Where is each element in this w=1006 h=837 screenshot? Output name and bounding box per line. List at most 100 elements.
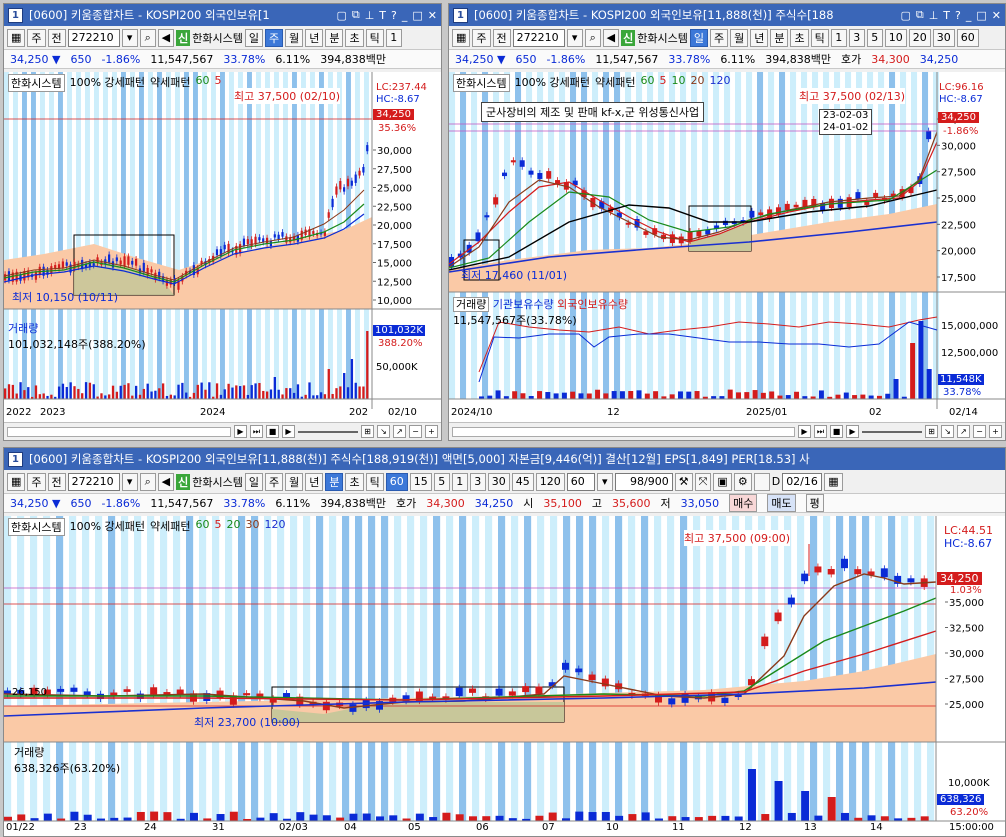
legend-name[interactable]: 한화시스템 [8, 518, 65, 536]
eval-button[interactable]: 평 [805, 494, 824, 512]
tab-day[interactable]: 일 [244, 472, 263, 491]
add-icon[interactable]: + [989, 425, 1002, 438]
dropdown-icon[interactable]: ▾ [566, 28, 583, 47]
tab-1[interactable]: 1 [385, 28, 402, 47]
tab-month[interactable]: 월 [285, 28, 304, 47]
grid-icon[interactable]: ▦ [452, 28, 471, 47]
end-icon[interactable]: ⏭ [814, 425, 827, 438]
next-icon[interactable]: ▶ [846, 425, 859, 438]
tab-second[interactable]: 초 [345, 472, 364, 491]
tab-min-120[interactable]: 120 [535, 472, 565, 491]
draw-icon[interactable]: ↘ [377, 425, 390, 438]
tab-second[interactable]: 초 [790, 28, 809, 47]
restore-icon[interactable]: ⧉ [916, 8, 924, 22]
stop-icon[interactable]: ■ [830, 425, 843, 438]
period-select[interactable]: 주 [27, 28, 46, 47]
play-icon[interactable]: ▶ [798, 425, 811, 438]
count-input[interactable]: 98/900 [614, 472, 673, 491]
tab-min-1[interactable]: 1 [451, 472, 468, 491]
tab-day[interactable]: 일 [689, 28, 708, 47]
tab-week[interactable]: 주 [264, 472, 284, 491]
sound-icon[interactable]: ◀ [157, 472, 175, 491]
tab-10[interactable]: 10 [884, 28, 907, 47]
minimize-icon[interactable]: _ [966, 9, 972, 22]
minimize-icon[interactable]: _ [402, 9, 408, 22]
tab-year[interactable]: 년 [750, 28, 769, 47]
code-input[interactable]: 272210 [67, 472, 120, 491]
restore-icon[interactable]: ⧉ [352, 8, 360, 22]
help-icon[interactable]: ? [391, 9, 397, 22]
settings-icon[interactable]: ⚙ [733, 472, 752, 491]
tab-week[interactable]: 주 [709, 28, 729, 47]
tab-5[interactable]: 5 [866, 28, 883, 47]
tab-min-3[interactable]: 3 [469, 472, 486, 491]
chart-area[interactable]: 35,00030,00027,50025,00022,50020,00017,5… [449, 72, 1005, 422]
zoom-slider[interactable] [862, 430, 922, 433]
tab-min-15[interactable]: 15 [409, 472, 432, 491]
tab-30[interactable]: 30 [932, 28, 955, 47]
calendar-icon[interactable]: ▦ [824, 472, 843, 491]
window-titlebar[interactable]: 1 [0600] 키움종합차트 - KOSPI200 외국인보유[11,888(… [4, 448, 1005, 470]
tab-month[interactable]: 월 [285, 472, 304, 491]
prev-button[interactable]: 전 [47, 472, 66, 491]
tab-1[interactable]: 1 [830, 28, 847, 47]
tools-icon[interactable]: ⚒ [674, 472, 693, 491]
end-icon[interactable]: ⏭ [250, 425, 263, 438]
line-icon[interactable]: ↗ [393, 425, 406, 438]
date-input[interactable]: 02/16 [782, 472, 823, 491]
legend-name[interactable]: 한화시스템 [453, 74, 510, 92]
tab-20[interactable]: 20 [908, 28, 931, 47]
search-icon[interactable]: ⌕ [584, 28, 601, 47]
tab-min-45[interactable]: 45 [511, 472, 534, 491]
maximize-icon[interactable]: □ [976, 9, 986, 22]
tab-60[interactable]: 60 [956, 28, 979, 47]
stop-icon[interactable]: ■ [266, 425, 279, 438]
scrollbar[interactable] [7, 426, 231, 437]
play-icon[interactable]: ▶ [234, 425, 247, 438]
search-icon[interactable]: ⌕ [139, 472, 156, 491]
code-input[interactable]: 272210 [67, 28, 120, 47]
scrollbar[interactable] [452, 426, 795, 437]
dropdown-icon[interactable]: ▾ [121, 472, 138, 491]
chart-area[interactable]: 30,000 27,500 25,000 22,500 20,000 17,500 15,0… [4, 72, 441, 422]
grid-icon[interactable]: ▦ [7, 28, 26, 47]
sell-button[interactable]: 매도 [767, 494, 796, 512]
line-icon[interactable]: ↗ [957, 425, 970, 438]
window-titlebar[interactable]: 1 [0600] 키움종합차트 - KOSPI200 외국인보유[11,888(… [449, 4, 1005, 26]
link-icon[interactable]: ⤧ [694, 472, 712, 491]
tab-3[interactable]: 3 [848, 28, 865, 47]
text-icon[interactable]: T [379, 9, 386, 22]
close-icon[interactable]: ✕ [428, 9, 437, 22]
tab-minute[interactable]: 분 [325, 28, 344, 47]
grid-icon[interactable]: ▦ [7, 472, 26, 491]
help-icon[interactable]: ? [955, 9, 961, 22]
pin-icon[interactable]: ⊥ [929, 9, 939, 22]
sound-icon[interactable]: ◀ [157, 28, 175, 47]
zoom-slider[interactable] [298, 430, 358, 433]
save-icon[interactable]: ▣ [713, 472, 732, 491]
minute-select[interactable]: 60 [566, 472, 595, 491]
search-icon[interactable]: ⌕ [139, 28, 156, 47]
tab-week[interactable]: 주 [264, 28, 284, 47]
prev-button[interactable]: 전 [47, 28, 66, 47]
tool-icon[interactable]: ⊞ [361, 425, 374, 438]
remove-icon[interactable]: − [409, 425, 422, 438]
tab-minute[interactable]: 분 [770, 28, 789, 47]
tool-icon[interactable]: ⊞ [925, 425, 938, 438]
maximize-icon[interactable]: □ [412, 9, 422, 22]
tab-tick[interactable]: 틱 [810, 28, 829, 47]
pin-icon[interactable]: ⊥ [365, 9, 375, 22]
layout-icon[interactable]: ▢ [900, 9, 910, 22]
volume-title[interactable]: 거래량 [453, 297, 490, 312]
dropdown-icon[interactable]: ▾ [121, 28, 138, 47]
layout-icon[interactable]: ▢ [336, 9, 346, 22]
add-icon[interactable]: + [425, 425, 438, 438]
draw-icon[interactable]: ↘ [941, 425, 954, 438]
tab-year[interactable]: 년 [305, 472, 324, 491]
tab-minute[interactable]: 분 [325, 472, 344, 491]
period-select[interactable]: 주 [472, 28, 491, 47]
code-input[interactable]: 272210 [512, 28, 565, 47]
tab-day[interactable]: 일 [244, 28, 263, 47]
sound-icon[interactable]: ◀ [602, 28, 620, 47]
close-icon[interactable]: ✕ [992, 9, 1001, 22]
